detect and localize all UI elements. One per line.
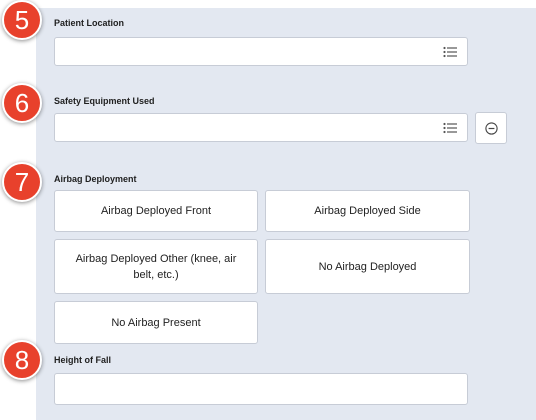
step-badge-7: 7 — [2, 162, 42, 202]
airbag-option-front[interactable]: Airbag Deployed Front — [54, 190, 258, 232]
step-badge-5: 5 — [2, 0, 42, 40]
airbag-option-none-present[interactable]: No Airbag Present — [54, 301, 258, 344]
remove-button[interactable] — [475, 112, 507, 144]
patient-location-label: Patient Location — [54, 18, 125, 28]
airbag-option-other[interactable]: Airbag Deployed Other (knee, air belt, e… — [54, 239, 258, 294]
patient-location-field[interactable] — [54, 37, 468, 66]
step-badge-6: 6 — [2, 83, 42, 123]
minus-circle-icon — [485, 122, 498, 135]
safety-equipment-field[interactable] — [54, 113, 468, 142]
step-badge-8: 8 — [2, 340, 42, 380]
airbag-deployment-label: Airbag Deployment — [54, 174, 137, 184]
height-of-fall-label: Height of Fall — [54, 355, 111, 365]
list-icon[interactable] — [443, 122, 457, 134]
airbag-option-side[interactable]: Airbag Deployed Side — [265, 190, 470, 232]
list-icon[interactable] — [443, 46, 457, 58]
safety-equipment-label: Safety Equipment Used — [54, 96, 155, 106]
airbag-option-none-deployed[interactable]: No Airbag Deployed — [265, 239, 470, 294]
height-of-fall-field[interactable] — [54, 373, 468, 405]
